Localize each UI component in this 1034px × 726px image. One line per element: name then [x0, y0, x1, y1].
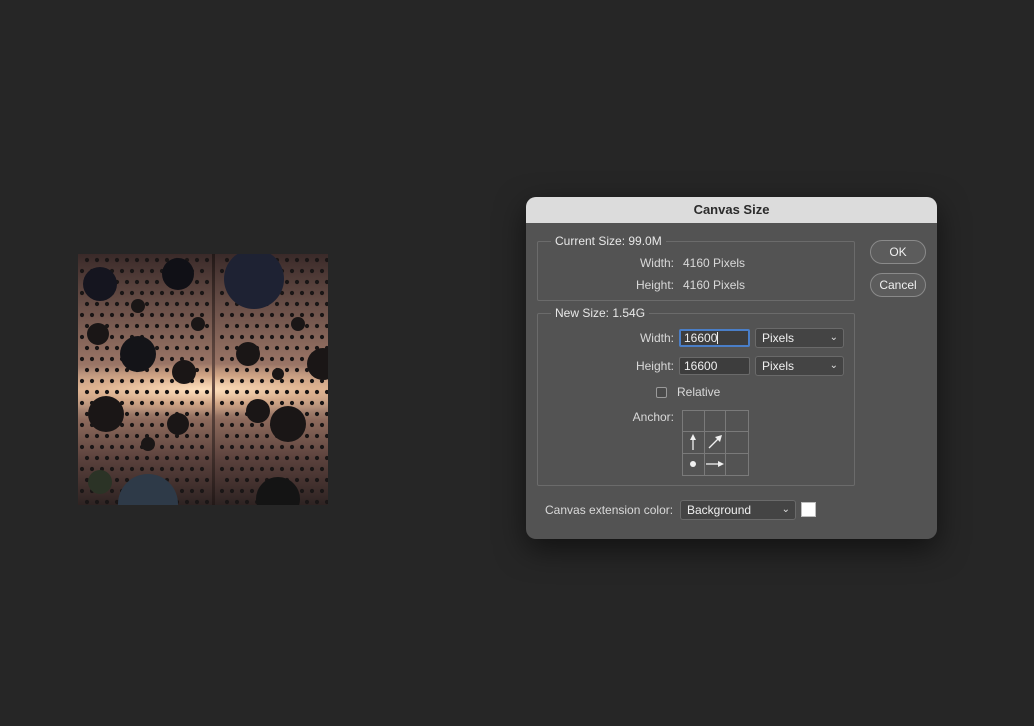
anchor-bottom-left[interactable]	[683, 453, 705, 475]
arrow-up-icon	[690, 434, 697, 451]
anchor-label: Anchor:	[632, 410, 674, 424]
extension-color-label: Canvas extension color:	[545, 503, 674, 517]
extension-color-select[interactable]: Background ⌄	[680, 500, 796, 520]
canvas-document-image	[78, 254, 328, 505]
anchor-center[interactable]	[704, 432, 727, 454]
canvas-size-dialog: Canvas Size Current Size: 99.0M Width: 4…	[526, 197, 937, 539]
current-size-title: Current Size: 99.0M	[551, 234, 666, 248]
perforated-panel-pattern	[79, 254, 328, 505]
anchor-dot-icon	[690, 461, 697, 468]
arrow-right-icon	[705, 461, 724, 468]
current-size-group	[537, 241, 855, 301]
extension-color-swatch[interactable]	[801, 502, 816, 517]
current-height-value: 4160 Pixels	[683, 278, 746, 292]
ok-button[interactable]: OK	[870, 240, 926, 264]
anchor-grid	[682, 410, 749, 476]
text-caret	[717, 332, 719, 344]
anchor-middle-right[interactable]	[726, 432, 748, 454]
relative-label[interactable]: Relative	[677, 385, 720, 399]
cancel-button[interactable]: Cancel	[870, 273, 926, 297]
height-unit-select[interactable]: Pixels ⌄	[755, 356, 844, 376]
extension-color-value: Background	[687, 503, 752, 517]
chevron-down-icon: ⌄	[829, 360, 838, 371]
new-width-input[interactable]: 16600	[679, 329, 750, 347]
anchor-top-left[interactable]	[683, 411, 705, 433]
height-unit-value: Pixels	[762, 359, 795, 373]
chevron-down-icon: ⌄	[829, 332, 838, 343]
width-unit-select[interactable]: Pixels ⌄	[755, 328, 844, 348]
new-height-input[interactable]: 16600	[679, 357, 750, 375]
arrow-up-right-icon	[708, 435, 722, 449]
anchor-bottom-center[interactable]	[705, 453, 727, 475]
current-width-value: 4160 Pixels	[683, 256, 746, 270]
new-size-title: New Size: 1.54G	[551, 306, 650, 320]
new-width-value: 16600	[684, 331, 718, 345]
chevron-down-icon: ⌄	[781, 504, 790, 515]
anchor-middle-left[interactable]	[683, 432, 705, 454]
new-height-value: 16600	[684, 359, 718, 373]
width-unit-value: Pixels	[762, 331, 795, 345]
new-width-label: Width:	[639, 331, 674, 345]
dialog-title[interactable]: Canvas Size	[526, 197, 937, 223]
anchor-bottom-right[interactable]	[726, 454, 748, 475]
anchor-top-right[interactable]	[726, 411, 748, 433]
anchor-top-center[interactable]	[704, 411, 727, 433]
current-width-label: Width:	[639, 256, 674, 270]
relative-checkbox[interactable]	[656, 387, 667, 398]
new-height-label: Height:	[635, 359, 674, 373]
current-height-label: Height:	[635, 278, 674, 292]
